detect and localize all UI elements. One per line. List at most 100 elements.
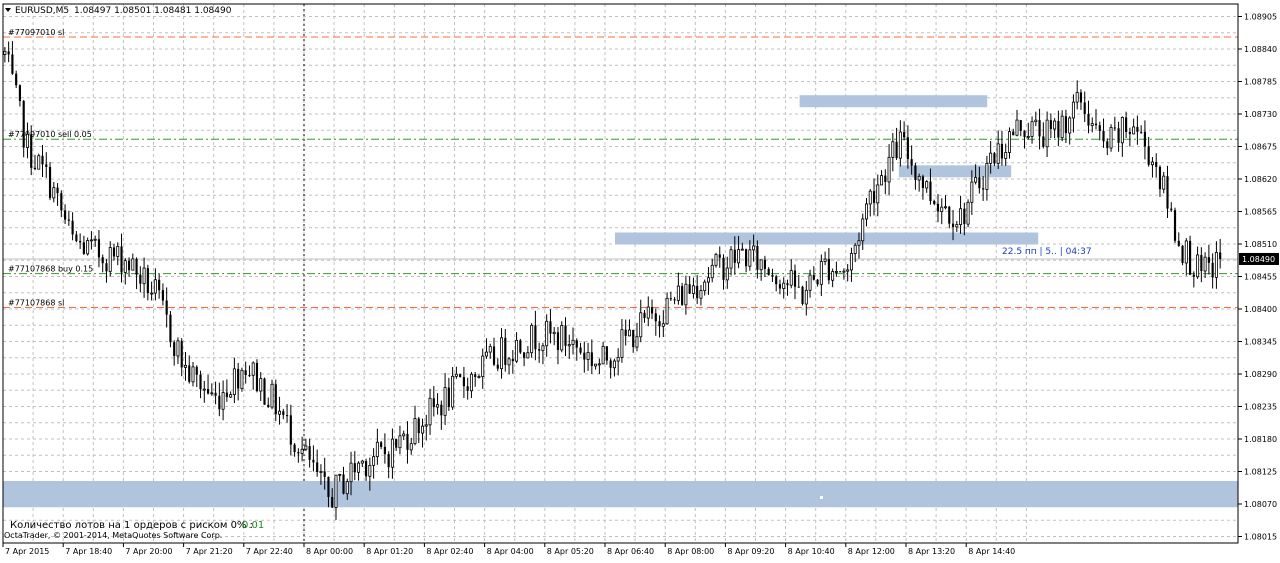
candle-body-down	[285, 415, 289, 417]
candle-body-up	[278, 410, 282, 415]
candle-body-down	[387, 454, 390, 468]
candle-body-up	[620, 329, 624, 358]
candle-body-down	[440, 404, 443, 416]
candle-body-down	[282, 411, 285, 416]
candle-body-down	[56, 187, 59, 194]
candle-body-up	[360, 460, 364, 464]
y-tick-label: 1.08905	[1244, 13, 1277, 22]
candle-body-down	[1207, 257, 1210, 263]
candle-body-down	[274, 384, 277, 415]
candle-body-down	[933, 200, 936, 204]
candle-body-up	[372, 456, 376, 466]
copyright: OctaTrader, © 2001-2014, MetaQuotes Soft…	[4, 531, 222, 540]
candle-body-up	[338, 473, 342, 476]
candle-body-down	[643, 312, 646, 319]
candle-body-up	[861, 218, 865, 242]
candle-body-down	[827, 259, 830, 281]
y-tick-label: 1.08235	[1244, 403, 1277, 412]
candle-body-up	[300, 448, 304, 454]
candle-body-down	[48, 166, 52, 198]
candle-body-down	[745, 249, 748, 267]
candle-body-down	[632, 330, 635, 348]
candle-body-up	[108, 247, 112, 272]
candle-body-down	[993, 153, 996, 164]
candle-body-down	[605, 346, 608, 361]
candle-body-down	[583, 352, 586, 360]
candle-body-up	[552, 331, 556, 335]
candle-body-down	[575, 340, 578, 348]
candle-body-down	[466, 386, 469, 391]
candle-body-down	[982, 188, 985, 190]
candle-body-down	[1094, 123, 1098, 126]
candle-body-up	[639, 312, 643, 338]
candle-body-up	[597, 363, 601, 366]
candle-body-down	[903, 132, 906, 138]
candle-body-down	[1000, 143, 1004, 159]
candle-body-up	[714, 254, 718, 266]
zone-marker	[820, 496, 823, 499]
candle-body-up	[959, 208, 963, 226]
candle-body-down	[225, 392, 228, 398]
candle-body-up	[974, 177, 978, 183]
candle-body-up	[150, 292, 154, 295]
zone-rect	[799, 95, 988, 108]
candle-body-down	[308, 446, 311, 460]
candle-body-down	[1102, 130, 1105, 142]
candle-body-down	[523, 352, 526, 358]
candle-body-up	[782, 282, 786, 289]
candle-body-down	[165, 300, 168, 315]
x-tick-label: 8 Apr 13:20	[908, 547, 955, 556]
candle-body-down	[459, 374, 462, 378]
candle-body-down	[30, 134, 33, 168]
candle-body-down	[895, 141, 898, 159]
candle-body-down	[669, 298, 672, 300]
price-tag-label: 1.08490	[1242, 255, 1275, 264]
candle-body-down	[951, 223, 955, 227]
candle-body-down	[929, 181, 932, 201]
candle-body-down	[1012, 131, 1015, 136]
candle-body-up	[1120, 117, 1124, 144]
candle-body-up	[684, 283, 688, 306]
order-level-label: #77097010 sl	[8, 28, 64, 37]
candle-body-up	[210, 392, 214, 395]
x-tick-label: 8 Apr 14:40	[968, 547, 1015, 556]
symbol-label: EURUSD,M5	[15, 6, 69, 16]
candle-body-up	[891, 141, 895, 158]
candle-body-up	[612, 360, 616, 369]
candle-body-down	[763, 259, 766, 269]
candle-body-down	[1083, 102, 1086, 114]
candle-body-up	[1045, 119, 1049, 148]
candle-body-down	[658, 321, 661, 327]
candle-body-down	[1042, 136, 1045, 147]
candle-body-down	[75, 234, 78, 242]
candle-body-down	[312, 459, 315, 463]
x-tick-label: 8 Apr 00:00	[306, 547, 353, 556]
y-tick-label: 1.08730	[1244, 110, 1277, 119]
candle-body-down	[18, 85, 22, 101]
candle-body-up	[842, 270, 846, 273]
candle-body-down	[492, 346, 496, 365]
candle-body-up	[571, 339, 575, 345]
candle-body-up	[834, 270, 838, 273]
chart[interactable]: #77097010 sl #77097010 sell 0.05 #77107868…	[0, 0, 1280, 559]
candle-body-down	[327, 476, 330, 497]
candle-body-up	[251, 362, 255, 376]
x-tick-label: 8 Apr 06:40	[607, 547, 654, 556]
candle-body-down	[406, 433, 409, 450]
candle-body-up	[789, 270, 793, 286]
candle-body-up	[1162, 175, 1166, 190]
candle-body-up	[409, 443, 413, 451]
candle-body-down	[199, 374, 202, 390]
candle-body-down	[267, 404, 270, 408]
y-tick-label: 1.08620	[1244, 175, 1277, 184]
candle-body-down	[22, 100, 25, 148]
candle-body-up	[804, 289, 808, 305]
y-tick-label: 1.08785	[1244, 78, 1277, 87]
candle-body-down	[816, 279, 819, 285]
candle-body-down	[64, 210, 67, 220]
candle-body-up	[1184, 240, 1188, 264]
candle-body-up	[319, 471, 323, 473]
candle-body-up	[940, 206, 944, 212]
y-tick-label: 1.08180	[1244, 435, 1277, 444]
candle-body-up	[586, 351, 590, 360]
